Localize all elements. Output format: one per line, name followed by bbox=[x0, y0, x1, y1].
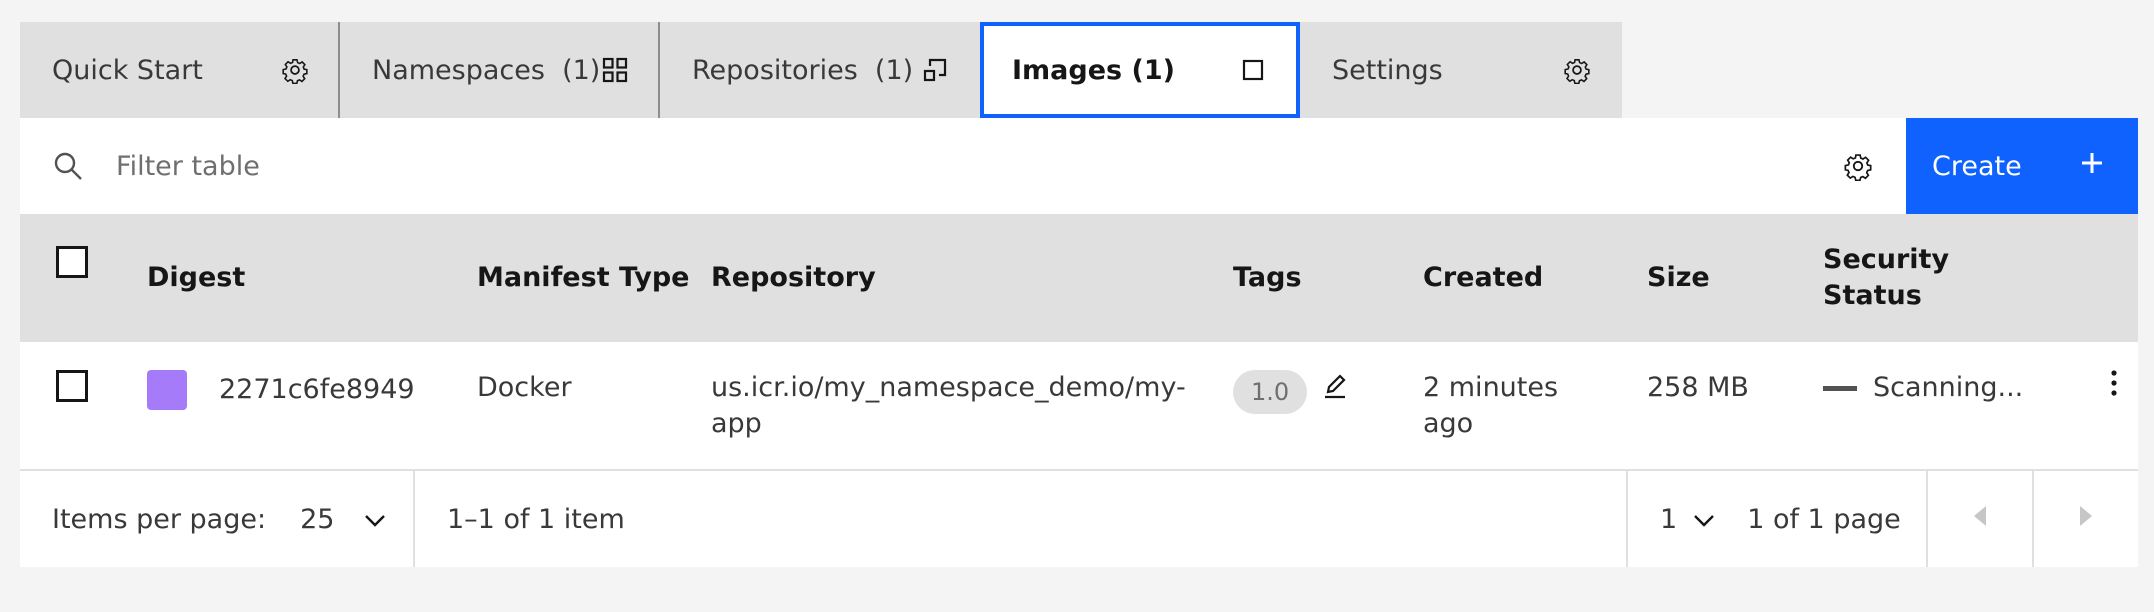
pages-of-text: 1 of 1 page bbox=[1747, 503, 1901, 535]
images-table: Digest Manifest Type Repository Tags Cre… bbox=[20, 214, 2138, 471]
previous-page-button[interactable] bbox=[1926, 471, 2032, 567]
tags-cell: 1.0 bbox=[1233, 342, 1423, 470]
tab-label: Quick Start bbox=[52, 54, 203, 86]
gear-icon bbox=[1562, 55, 1592, 85]
next-page-button[interactable] bbox=[2032, 471, 2138, 567]
tab-label: Repositories (1) bbox=[692, 54, 914, 86]
security-status-value: Scanning... bbox=[1873, 372, 2024, 403]
square-icon bbox=[1238, 55, 1268, 85]
create-button-label: Create bbox=[1932, 150, 2022, 182]
row-overflow-cell bbox=[2058, 342, 2138, 470]
column-header-repository[interactable]: Repository bbox=[711, 214, 1233, 342]
tab-quick-start[interactable]: Quick Start bbox=[20, 22, 340, 118]
images-panel: Quick Start Namespaces (1) Repositories … bbox=[20, 22, 2138, 567]
table-header-row: Digest Manifest Type Repository Tags Cre… bbox=[20, 214, 2138, 342]
status-dash-icon bbox=[1823, 385, 1857, 391]
page-select[interactable]: 1 bbox=[1660, 504, 1715, 535]
tab-label: Settings bbox=[1332, 54, 1443, 86]
tab-namespaces[interactable]: Namespaces (1) bbox=[340, 22, 660, 118]
select-all-cell bbox=[20, 214, 147, 342]
row-select-cell bbox=[20, 342, 147, 470]
tag-badge: 1.0 bbox=[1233, 370, 1308, 414]
column-header-digest[interactable]: Digest bbox=[147, 214, 477, 342]
edit-pencil-icon[interactable] bbox=[1321, 373, 1349, 411]
column-header-manifest-type[interactable]: Manifest Type bbox=[477, 214, 711, 342]
select-all-checkbox[interactable] bbox=[56, 246, 88, 278]
page-info: 1 1 of 1 page bbox=[1626, 471, 1926, 567]
items-per-page-select[interactable]: 25 bbox=[300, 504, 386, 535]
table-settings-gear-icon[interactable] bbox=[1810, 118, 1906, 214]
repository-cell: us.icr.io/my_namespace_demo/my-app bbox=[711, 372, 1186, 439]
column-header-tags[interactable]: Tags bbox=[1233, 214, 1423, 342]
repository-icon bbox=[920, 55, 950, 85]
chevron-down-icon bbox=[364, 504, 386, 535]
digest-value: 2271c6fe8949 bbox=[219, 374, 415, 405]
tab-images[interactable]: Images (1) bbox=[980, 22, 1300, 118]
gear-icon bbox=[280, 55, 310, 85]
digest-cell: 2271c6fe8949 bbox=[147, 342, 477, 470]
manifest-type-cell: Docker bbox=[477, 372, 572, 403]
caret-left-icon bbox=[1972, 504, 1988, 535]
size-cell: 258 MB bbox=[1647, 372, 1749, 403]
table-row[interactable]: 2271c6fe8949 Docker us.icr.io/my_namespa… bbox=[20, 342, 2138, 470]
security-status-cell: Scanning... bbox=[1823, 342, 2058, 470]
plus-icon bbox=[2080, 151, 2104, 182]
items-per-page: Items per page: 25 bbox=[20, 471, 415, 567]
column-header-actions bbox=[2058, 214, 2138, 342]
caret-right-icon bbox=[2078, 504, 2094, 535]
column-header-created[interactable]: Created bbox=[1423, 214, 1647, 342]
column-header-security-status[interactable]: Security Status bbox=[1823, 214, 2058, 342]
row-checkbox[interactable] bbox=[56, 370, 88, 402]
tab-repositories[interactable]: Repositories (1) bbox=[660, 22, 980, 118]
tab-bar: Quick Start Namespaces (1) Repositories … bbox=[20, 22, 2138, 118]
created-cell: 2 minutes ago bbox=[1423, 372, 1559, 439]
create-button[interactable]: Create bbox=[1906, 118, 2138, 214]
chevron-down-icon bbox=[1693, 504, 1715, 535]
overflow-menu-icon[interactable] bbox=[2110, 370, 2118, 403]
search-icon bbox=[20, 118, 116, 214]
items-per-page-value: 25 bbox=[300, 503, 335, 535]
grid-icon bbox=[600, 55, 630, 85]
tab-settings[interactable]: Settings bbox=[1300, 22, 1622, 118]
table-toolbar: Create bbox=[20, 118, 2138, 214]
page-value: 1 bbox=[1660, 503, 1678, 535]
digest-color-swatch bbox=[147, 370, 187, 410]
tab-label: Namespaces (1) bbox=[372, 54, 601, 86]
item-range: 1–1 of 1 item bbox=[447, 503, 625, 535]
column-header-size[interactable]: Size bbox=[1647, 214, 1823, 342]
tab-label: Images (1) bbox=[1012, 54, 1175, 86]
items-per-page-label: Items per page: bbox=[52, 503, 267, 535]
pagination: Items per page: 25 1–1 of 1 item 1 1 of … bbox=[20, 471, 2138, 567]
filter-table-input[interactable] bbox=[116, 118, 1810, 214]
